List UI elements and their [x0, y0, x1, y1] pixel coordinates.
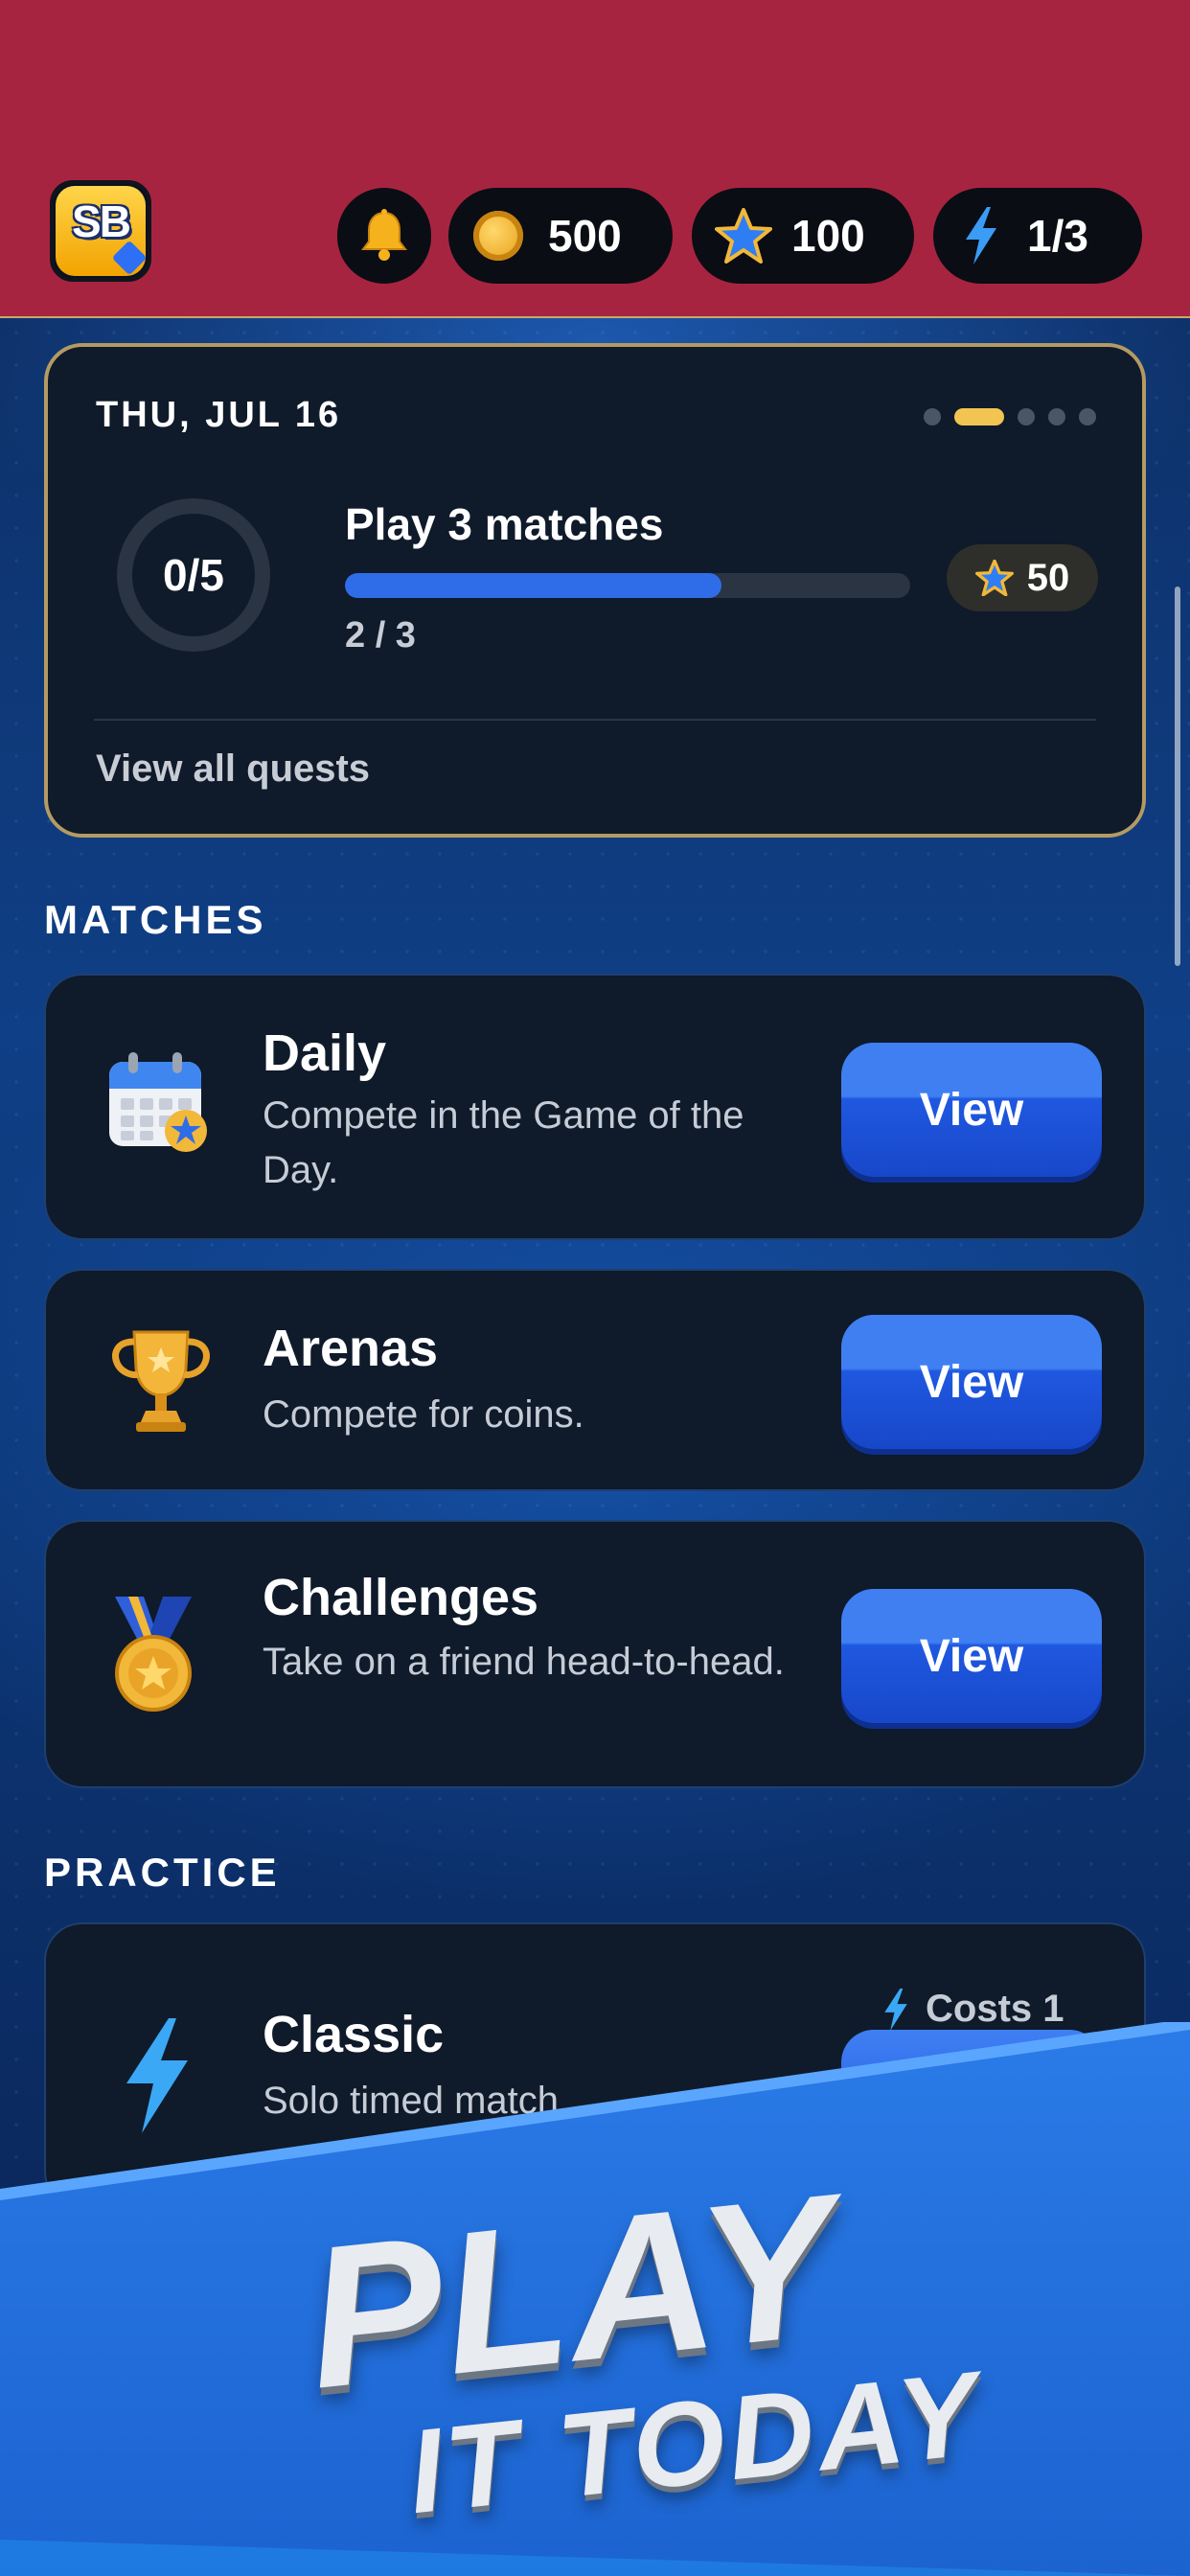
- quest-progress-ring: 0/5: [117, 498, 270, 652]
- stars-value: 100: [791, 211, 865, 261]
- coins-value: 500: [548, 211, 622, 261]
- divider: [94, 719, 1096, 721]
- match-title: Challenges: [263, 1569, 539, 1626]
- energy-balance[interactable]: 1/3: [933, 188, 1142, 284]
- stars-balance[interactable]: 100: [692, 188, 914, 284]
- match-description: Compete in the Game of the Day.: [263, 1094, 744, 1191]
- quest-title: Play 3 matches: [345, 499, 664, 549]
- pager-dot[interactable]: [1018, 408, 1035, 426]
- medal-icon: [115, 1597, 192, 1712]
- practice-heading: PRACTICE: [44, 1850, 281, 1895]
- top-bar: SB 500 100 1/3: [0, 0, 1190, 318]
- matches-heading: MATCHES: [44, 897, 267, 942]
- scrollbar[interactable]: [1175, 586, 1180, 966]
- quest-progress-bar: [345, 573, 910, 598]
- trophy-icon: [112, 1330, 210, 1432]
- logo-tile: SB: [56, 186, 148, 276]
- view-all-quests-link[interactable]: View all quests: [96, 748, 370, 791]
- daily-quest-card[interactable]: THU, JUL 16 0/5 Play 3 matches 2 / 3 50 …: [44, 343, 1146, 838]
- bell-icon: [361, 209, 407, 261]
- quest-ring-label: 0/5: [163, 550, 224, 600]
- quest-progress-text: 2 / 3: [345, 615, 416, 656]
- match-title: Daily: [263, 1024, 387, 1082]
- quest-reward-value: 50: [1026, 556, 1070, 599]
- arenas-view-button[interactable]: View: [841, 1315, 1102, 1449]
- match-card-challenges[interactable]: Challenges Take on a friend head-to-head…: [44, 1520, 1146, 1788]
- match-card-daily[interactable]: Daily Compete in the Game of the Day. Vi…: [44, 974, 1146, 1240]
- challenges-view-button[interactable]: View: [841, 1589, 1102, 1723]
- match-card-arenas[interactable]: Arenas Compete for coins. View: [44, 1269, 1146, 1491]
- coins-balance[interactable]: 500: [448, 188, 673, 284]
- pager-dot-active[interactable]: [954, 408, 1004, 426]
- energy-value: 1/3: [1027, 211, 1088, 261]
- logo-text: SB: [72, 196, 131, 246]
- notifications-button[interactable]: [337, 188, 431, 284]
- star-icon: [715, 208, 772, 264]
- calendar-icon: [109, 1052, 207, 1152]
- match-description: Take on a friend head-to-head.: [263, 1641, 785, 1683]
- pager-dot[interactable]: [1048, 408, 1065, 426]
- quest-progress-fill: [345, 573, 722, 598]
- match-title: Arenas: [263, 1320, 439, 1377]
- match-description: Compete for coins.: [263, 1393, 584, 1436]
- star-icon: [974, 560, 1014, 596]
- coin-icon: [473, 211, 523, 261]
- app-logo[interactable]: SB: [50, 180, 151, 282]
- quest-date: THU, JUL 16: [96, 395, 342, 435]
- pager-dot[interactable]: [924, 408, 941, 426]
- lightning-icon: [966, 207, 996, 264]
- daily-view-button[interactable]: View: [841, 1043, 1102, 1177]
- quest-reward: 50: [947, 544, 1098, 611]
- pager-dot[interactable]: [1079, 408, 1096, 426]
- quest-pager[interactable]: [924, 408, 1096, 426]
